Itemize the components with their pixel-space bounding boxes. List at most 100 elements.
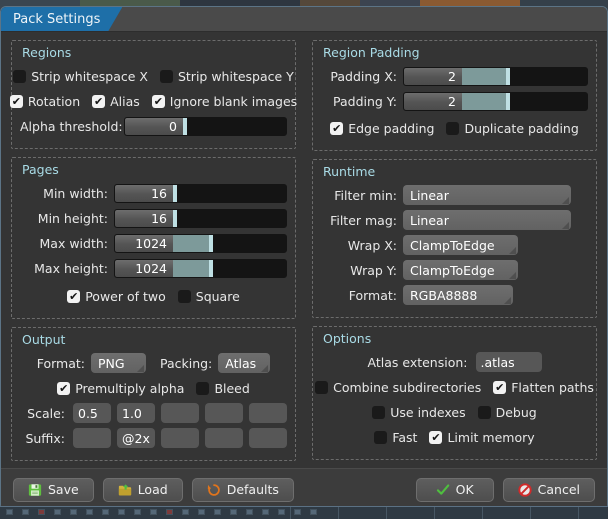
slider-alpha-threshold[interactable]: 0: [124, 116, 287, 136]
checkbox-label: Limit memory: [447, 429, 535, 445]
suffix-field-5[interactable]: [249, 428, 287, 448]
checkbox-label: Duplicate padding: [464, 120, 579, 136]
cancel-button[interactable]: Cancel: [502, 477, 595, 502]
defaults-button-label: Defaults: [226, 482, 279, 497]
row-max-width: Max width: 1024: [20, 232, 287, 254]
scale-field-4[interactable]: [205, 403, 243, 423]
slider-padding-y[interactable]: 2: [403, 91, 588, 111]
floppy-disk-icon: [28, 483, 42, 496]
slider-knob[interactable]: [209, 259, 213, 277]
load-button[interactable]: Load: [102, 477, 183, 502]
group-title-region-padding: Region Padding: [323, 45, 420, 60]
checkbox-box: ✔: [151, 94, 165, 108]
checkbox-edge-padding[interactable]: ✔ Edge padding: [330, 121, 434, 136]
label-filter-min: Filter min:: [334, 187, 397, 203]
dropdown-wrap-y[interactable]: ClampToEdge: [403, 260, 518, 280]
dropdown-packing[interactable]: Atlas: [218, 353, 271, 373]
background-bottom-strip: [0, 506, 608, 519]
checkbox-use-indexes[interactable]: ✔ Use indexes: [372, 405, 466, 420]
dropdown-runtime-format[interactable]: RGBA8888: [403, 285, 513, 305]
checkbox-premultiply-alpha[interactable]: ✔ Premultiply alpha: [57, 381, 184, 396]
checkbox-alias[interactable]: ✔ Alias: [92, 94, 140, 109]
checkbox-strip-whitespace-y[interactable]: ✔ Strip whitespace Y: [159, 68, 294, 84]
checkbox-power-of-two[interactable]: ✔ Power of two: [67, 289, 166, 304]
dropdown-filter-mag[interactable]: Linear: [403, 210, 571, 230]
slider-min-width[interactable]: 16: [114, 183, 287, 203]
slider-min-height[interactable]: 16: [114, 208, 287, 228]
slider-knob[interactable]: [183, 117, 187, 135]
checkbox-duplicate-padding[interactable]: ✔ Duplicate padding: [446, 120, 579, 136]
row-padding-x: Padding X: 2: [321, 65, 588, 87]
dropdown-value: Atlas: [225, 355, 257, 371]
checkbox-label: Edge padding: [348, 120, 435, 136]
label-runtime-format: Format:: [348, 287, 397, 303]
checkbox-square[interactable]: ✔ Square: [177, 289, 240, 304]
checkbox-label: Fast: [392, 429, 418, 445]
slider-max-height[interactable]: 1024: [114, 258, 287, 278]
slider-max-width[interactable]: 1024: [114, 233, 287, 253]
scale-field-1[interactable]: 0.5: [73, 403, 111, 423]
checkbox-strip-whitespace-x[interactable]: ✔ Strip whitespace X: [13, 69, 148, 84]
suffix-field-4[interactable]: [205, 428, 243, 448]
scale-field-5[interactable]: [249, 403, 287, 423]
label-scale: Scale:: [27, 405, 65, 421]
suffix-field-3[interactable]: [161, 428, 199, 448]
scale-field-2[interactable]: 1.0: [117, 403, 155, 423]
ok-button-label: OK: [455, 482, 474, 497]
slider-fill: [173, 234, 209, 252]
dropdown-filter-min[interactable]: Linear: [403, 185, 571, 205]
row-wrap-x: Wrap X: ClampToEdge: [321, 234, 588, 256]
load-button-label: Load: [137, 482, 168, 497]
save-button[interactable]: Save: [13, 477, 94, 502]
checkbox-ignore-blank-images[interactable]: ✔ Ignore blank images: [151, 93, 298, 109]
slider-knob[interactable]: [506, 67, 510, 85]
checkbox-label: Strip whitespace Y: [177, 68, 294, 84]
checkbox-box: ✔: [196, 381, 210, 395]
scale-field-3[interactable]: [161, 403, 199, 423]
dropdown-wrap-x[interactable]: ClampToEdge: [403, 235, 518, 255]
suffix-fields: @2x: [73, 428, 287, 448]
slider-knob[interactable]: [506, 92, 510, 110]
atlas-extension-field[interactable]: .atlas: [475, 352, 542, 372]
checkbox-label: Ignore blank images: [169, 93, 298, 109]
suffix-field-1[interactable]: [73, 428, 111, 448]
chevron-down-icon: [509, 272, 516, 279]
row-wrap-y: Wrap Y: ClampToEdge: [321, 259, 588, 281]
checkbox-rotation[interactable]: ✔ Rotation: [9, 94, 80, 109]
row-atlas-extension: Atlas extension: .atlas: [321, 351, 588, 373]
row-padding-flags: ✔ Edge padding ✔ Duplicate padding: [321, 117, 588, 139]
checkbox-label: Strip whitespace X: [31, 68, 148, 84]
chevron-down-icon: [504, 297, 511, 304]
slider-fill: [173, 259, 209, 277]
checkbox-bleed[interactable]: ✔ Bleed: [196, 380, 250, 396]
cancel-button-label: Cancel: [537, 482, 580, 497]
group-title-options: Options: [323, 331, 372, 346]
ok-button[interactable]: OK: [415, 477, 494, 502]
slider-knob[interactable]: [209, 234, 213, 252]
checkbox-combine-subdirectories[interactable]: ✔ Combine subdirectories: [315, 380, 481, 395]
footer-confirm-buttons: OK Cancel: [415, 477, 595, 502]
dropdown-output-format[interactable]: PNG: [90, 353, 146, 373]
row-filter-min: Filter min: Linear: [321, 184, 588, 206]
group-runtime: Runtime Filter min: Linear Filter mag: L…: [312, 159, 597, 318]
tab-label: Pack Settings: [13, 11, 101, 27]
suffix-field-2[interactable]: @2x: [117, 428, 155, 448]
checkbox-flatten-paths[interactable]: ✔ Flatten paths: [493, 380, 594, 395]
chevron-down-icon: [509, 247, 516, 254]
label-max-height: Max height:: [34, 260, 108, 276]
checkbox-limit-memory[interactable]: ✔ Limit memory: [429, 429, 535, 445]
checkbox-label: Bleed: [214, 380, 250, 396]
tab-pack-settings[interactable]: Pack Settings: [1, 7, 122, 31]
row-scale: Scale: 0.5 1.0: [20, 402, 287, 424]
tab-bar: Pack Settings: [1, 7, 607, 32]
checkbox-label: Alias: [110, 93, 140, 109]
defaults-button[interactable]: Defaults: [191, 477, 294, 502]
chevron-down-icon: [562, 222, 569, 229]
group-title-runtime: Runtime: [323, 164, 376, 179]
slider-knob[interactable]: [173, 209, 177, 227]
checkbox-box: ✔: [9, 94, 23, 108]
checkbox-fast[interactable]: ✔ Fast: [374, 430, 417, 445]
checkbox-debug[interactable]: ✔ Debug: [477, 405, 537, 420]
slider-padding-x[interactable]: 2: [403, 66, 588, 86]
slider-knob[interactable]: [173, 184, 177, 202]
